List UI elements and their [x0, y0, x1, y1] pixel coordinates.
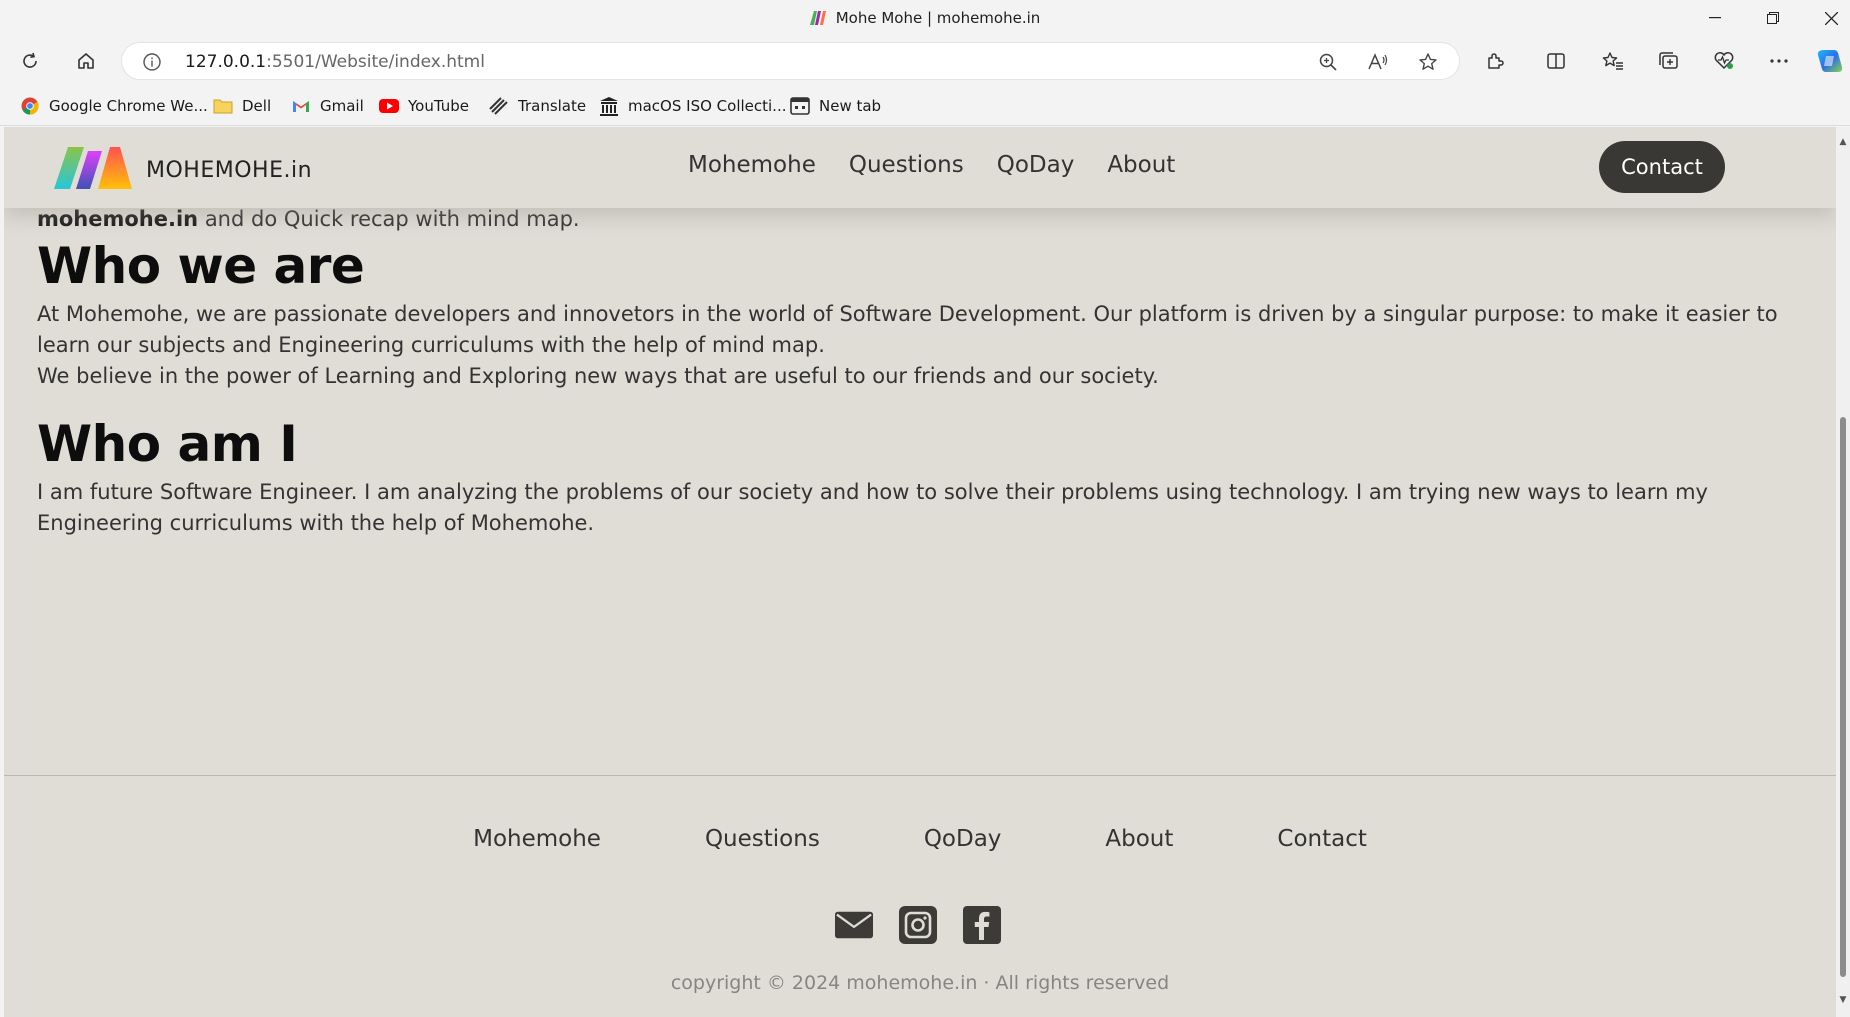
- copilot-icon[interactable]: [1813, 44, 1847, 78]
- collections-icon[interactable]: [1652, 44, 1686, 78]
- extensions-icon[interactable]: [1478, 44, 1512, 78]
- bookmark-label: Dell: [242, 97, 272, 115]
- footer-link-qoday[interactable]: QoDay: [924, 826, 1002, 852]
- url-host: 127.0.0.1: [185, 52, 267, 72]
- footer-nav: Mohemohe Questions QoDay About Contact: [4, 826, 1836, 852]
- nav-link-qoday[interactable]: QoDay: [997, 152, 1075, 178]
- header-nav: Mohemohe Questions QoDay About: [688, 152, 1175, 178]
- page-scrollbar[interactable]: ▲ ▼: [1836, 127, 1850, 1017]
- social-links: [835, 906, 1001, 944]
- scroll-thumb[interactable]: [1840, 417, 1846, 977]
- copyright-text: copyright © 2024 mohemohe.in · All right…: [670, 972, 1170, 994]
- brand[interactable]: MOHEMOHE.in: [54, 147, 312, 193]
- site-header: MOHEMOHE.in Mohemohe Questions QoDay Abo…: [4, 127, 1836, 208]
- bookmarks-bar: Google Chrome We... Dell Gmail YouTube T…: [0, 86, 1850, 126]
- intro-text: and do Quick recap with mind map.: [198, 207, 580, 231]
- site-favicon-icon: [809, 11, 828, 29]
- intro-paragraph: mohemohe.in and do Quick recap with mind…: [37, 204, 580, 234]
- bookmark-label: macOS ISO Collecti...: [628, 97, 787, 115]
- bookmark-google-chrome[interactable]: Google Chrome We...: [20, 95, 208, 117]
- chrome-icon: [20, 96, 40, 116]
- restore-button[interactable]: [1744, 0, 1802, 36]
- zoom-icon[interactable]: [1316, 50, 1340, 74]
- bookmark-label: New tab: [819, 97, 882, 115]
- nav-link-about[interactable]: About: [1107, 152, 1175, 178]
- bookmark-label: Translate: [518, 97, 587, 115]
- bookmark-macos-iso[interactable]: macOS ISO Collecti...: [599, 95, 786, 117]
- facebook-icon[interactable]: [963, 906, 1001, 944]
- footer-link-about[interactable]: About: [1105, 826, 1173, 852]
- site-info-icon[interactable]: [142, 52, 162, 76]
- url-text[interactable]: 127.0.0.1:5501/Website/index.html: [185, 52, 485, 72]
- youtube-icon: [379, 96, 399, 116]
- more-menu-icon[interactable]: [1762, 44, 1796, 78]
- address-bar[interactable]: 127.0.0.1:5501/Website/index.html: [121, 42, 1460, 80]
- window-title-text: Mohe Mohe | mohemohe.in: [835, 9, 1041, 27]
- favorite-star-icon[interactable]: [1416, 50, 1440, 74]
- home-icon[interactable]: [69, 44, 103, 78]
- who-we-are-heading: Who we are: [37, 237, 365, 295]
- window-title: Mohe Mohe | mohemohe.in: [0, 9, 1850, 29]
- gmail-icon: [291, 96, 311, 116]
- scroll-down-arrow-icon[interactable]: ▼: [1838, 995, 1848, 1005]
- page-viewport: mohemohe.in and do Quick recap with mind…: [4, 127, 1836, 1017]
- close-window-button[interactable]: [1802, 0, 1850, 36]
- nav-link-mohemohe[interactable]: Mohemohe: [688, 152, 816, 178]
- newtab-icon: [790, 96, 810, 116]
- footer-link-questions[interactable]: Questions: [705, 826, 820, 852]
- who-we-are-belief-paragraph: We believe in the power of Learning and …: [37, 364, 1159, 388]
- bookmark-gmail[interactable]: Gmail: [291, 95, 364, 117]
- who-am-i-heading: Who am I: [37, 415, 298, 473]
- reload-icon[interactable]: [13, 44, 47, 78]
- browser-essentials-icon[interactable]: [1707, 44, 1741, 78]
- split-screen-icon[interactable]: [1539, 44, 1573, 78]
- minimize-button[interactable]: [1686, 0, 1744, 36]
- scroll-up-arrow-icon[interactable]: ▲: [1838, 137, 1848, 147]
- bookmark-new-tab[interactable]: New tab: [790, 95, 881, 117]
- read-aloud-icon[interactable]: [1366, 50, 1390, 74]
- url-path: :5501/Website/index.html: [266, 52, 485, 72]
- mail-icon[interactable]: [835, 906, 873, 944]
- contact-button[interactable]: Contact: [1599, 141, 1725, 193]
- folder-icon: [213, 96, 233, 116]
- archive-icon: [599, 96, 619, 116]
- bookmark-youtube[interactable]: YouTube: [379, 95, 469, 117]
- favorites-icon[interactable]: [1596, 44, 1630, 78]
- nav-link-questions[interactable]: Questions: [849, 152, 964, 178]
- browser-toolbar: 127.0.0.1:5501/Website/index.html: [0, 36, 1850, 86]
- mohemohe-logo-icon: [54, 147, 132, 193]
- bookmark-label: YouTube: [408, 97, 469, 115]
- bookmark-translate[interactable]: Translate: [489, 95, 586, 117]
- instagram-icon[interactable]: [899, 906, 937, 944]
- who-we-are-paragraph: At Mohemohe, we are passionate developer…: [37, 302, 1778, 357]
- intro-site-name: mohemohe.in: [37, 207, 199, 231]
- footer-link-mohemohe[interactable]: Mohemohe: [473, 826, 601, 852]
- footer-link-contact[interactable]: Contact: [1277, 826, 1366, 852]
- brand-name: MOHEMOHE.in: [146, 157, 313, 183]
- site-footer: Mohemohe Questions QoDay About Contact c…: [4, 775, 1836, 1017]
- translate-icon: [489, 96, 509, 116]
- bookmark-dell[interactable]: Dell: [213, 95, 271, 117]
- title-bar: Mohe Mohe | mohemohe.in: [0, 0, 1850, 36]
- who-am-i-paragraph: I am future Software Engineer. I am anal…: [37, 480, 1708, 535]
- bookmark-label: Gmail: [320, 97, 364, 115]
- bookmark-label: Google Chrome We...: [49, 97, 208, 115]
